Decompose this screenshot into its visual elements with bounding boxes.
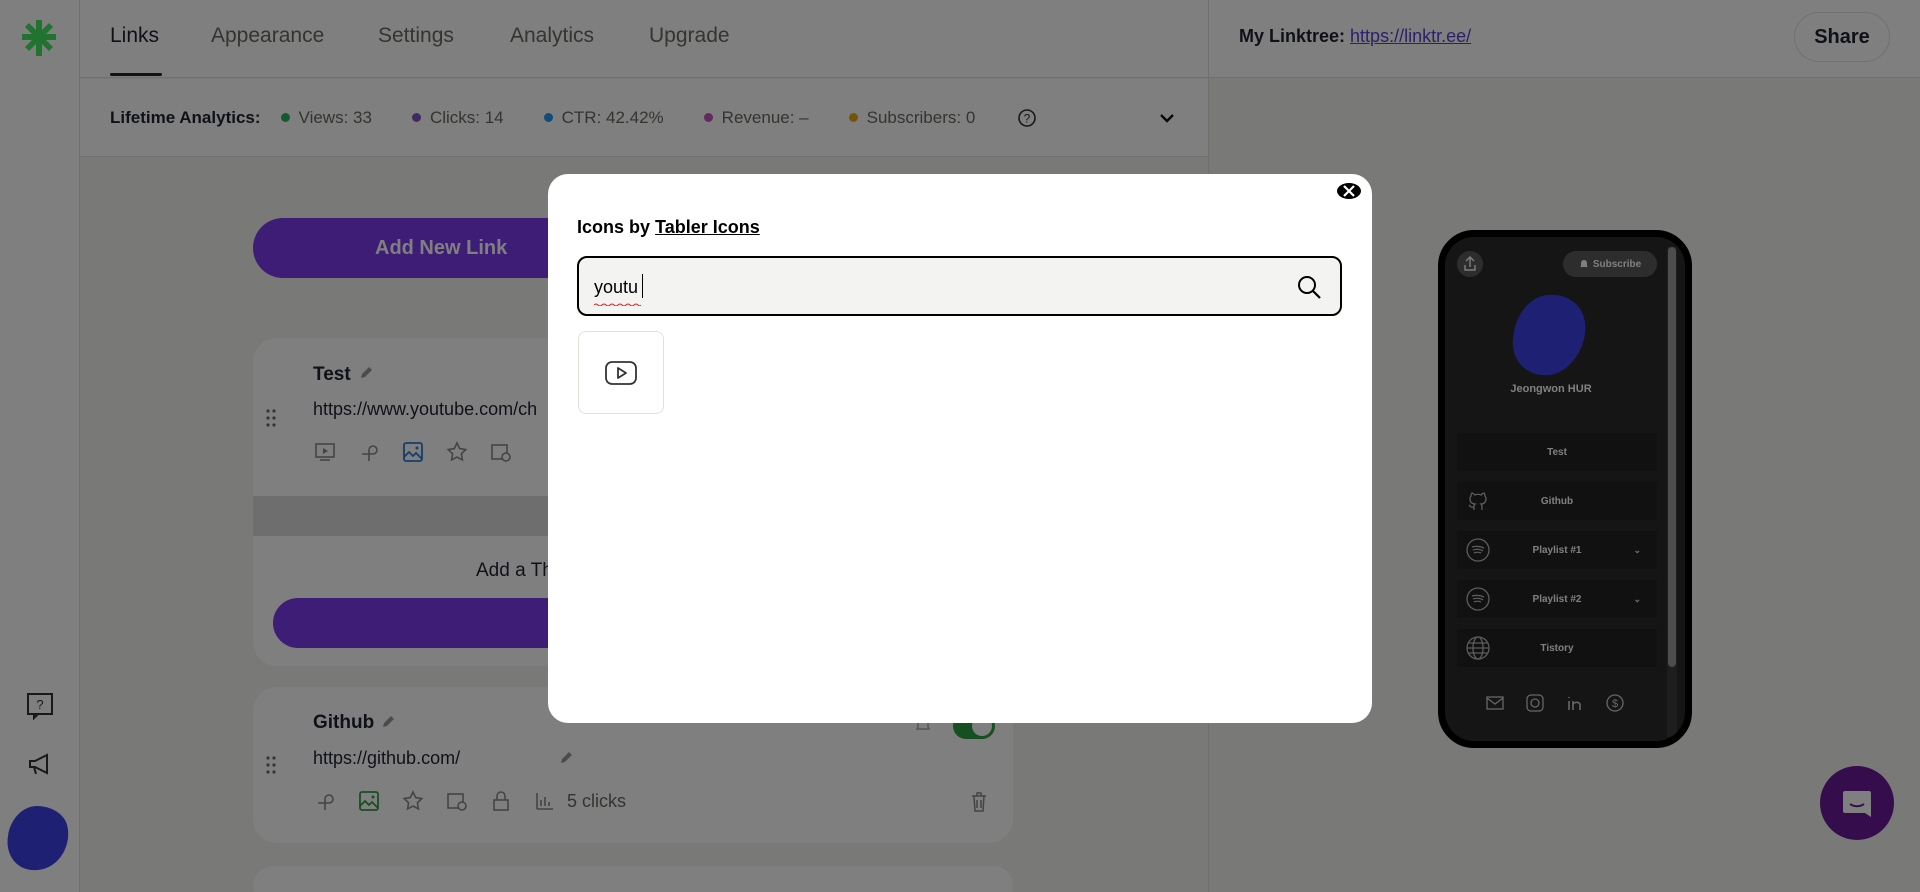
tabler-icons-link[interactable]: Tabler Icons <box>655 217 760 237</box>
icon-search-input[interactable] <box>594 273 1274 301</box>
icon-search-box[interactable] <box>577 256 1342 316</box>
spellcheck-underline <box>594 303 641 306</box>
search-icon[interactable] <box>1296 274 1322 300</box>
text-cursor <box>642 274 643 298</box>
icon-picker-modal: Icons by Tabler Icons <box>548 174 1372 723</box>
youtube-icon <box>605 360 637 385</box>
close-icon[interactable] <box>1336 182 1362 200</box>
icon-result-youtube[interactable] <box>578 331 664 414</box>
modal-heading: Icons by Tabler Icons <box>577 217 760 237</box>
